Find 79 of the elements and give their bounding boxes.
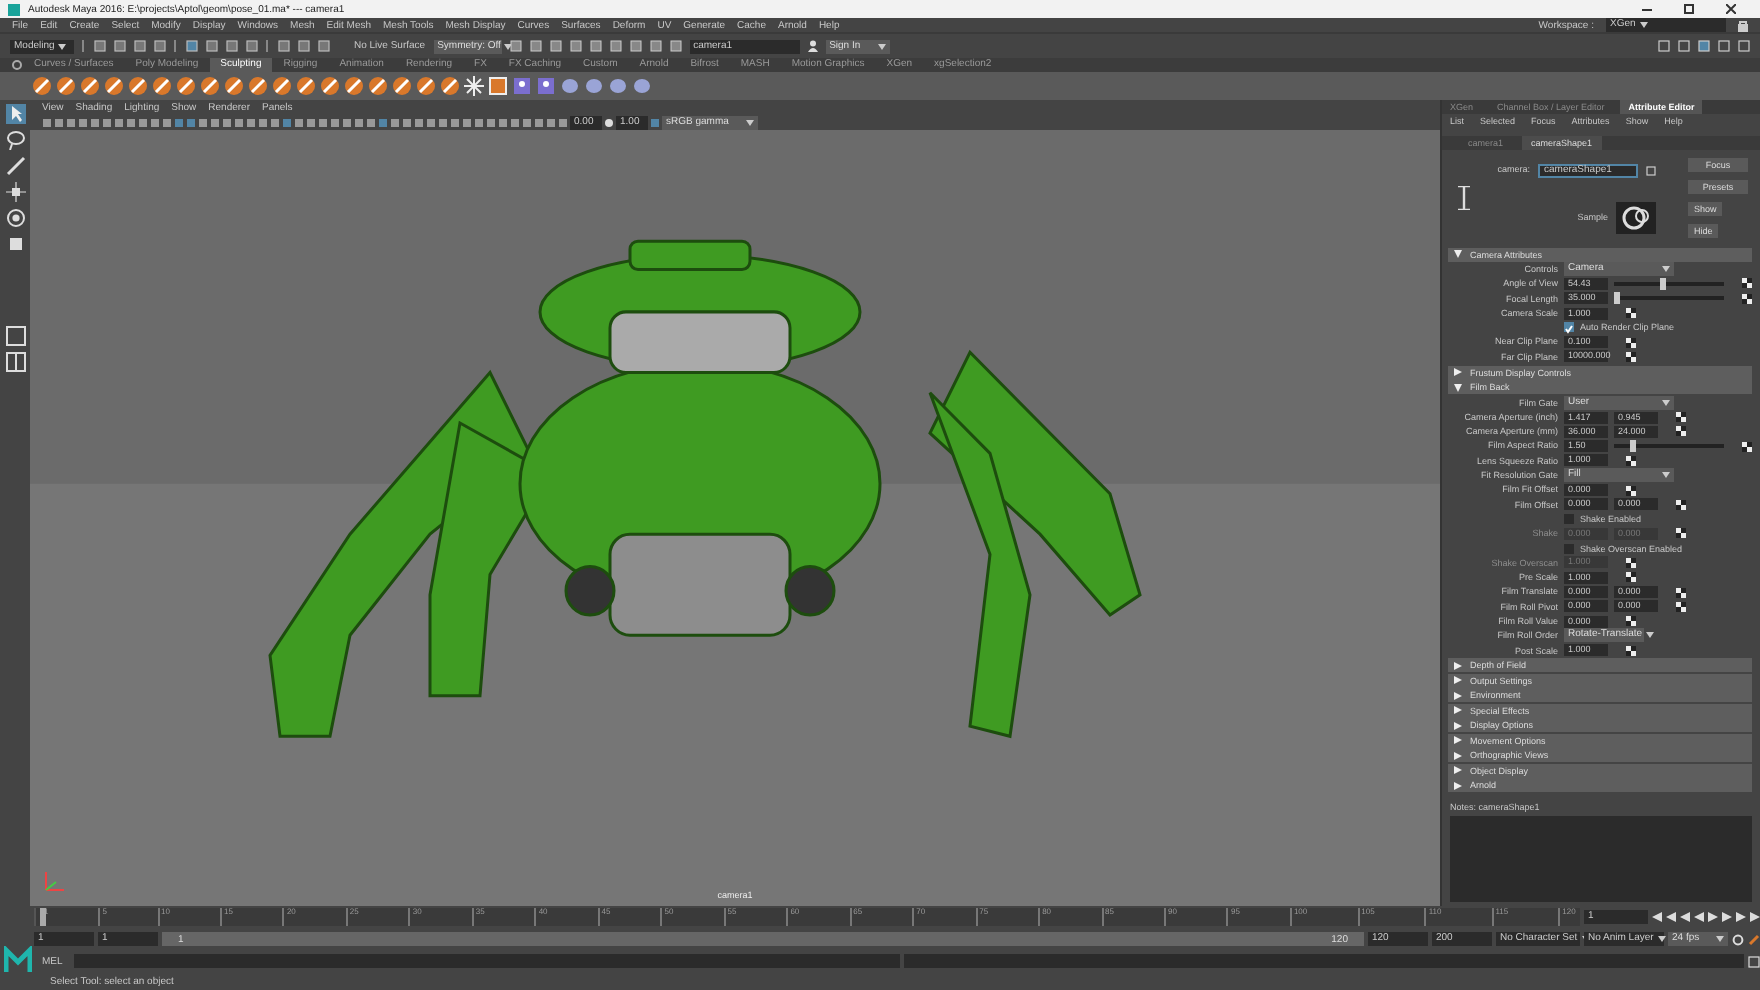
contrast-icon[interactable] xyxy=(604,117,614,127)
lock-icon[interactable] xyxy=(1738,19,1748,31)
sample-swatch-icon xyxy=(1616,201,1656,233)
map-button-icon[interactable] xyxy=(1626,645,1636,656)
caret-icon xyxy=(1662,472,1670,479)
caret-icon xyxy=(1662,266,1670,273)
square-icon[interactable] xyxy=(488,76,508,96)
gear-icon[interactable] xyxy=(12,60,22,70)
scale-icon[interactable] xyxy=(5,234,25,254)
slider-thumb[interactable] xyxy=(1629,440,1636,452)
map-button-icon[interactable] xyxy=(1742,293,1752,304)
tool-icon[interactable] xyxy=(650,117,660,127)
loop-icon[interactable] xyxy=(1732,933,1744,945)
caret-icon xyxy=(1657,936,1666,942)
separator-icon[interactable] xyxy=(82,40,86,52)
separator-icon[interactable] xyxy=(266,40,270,52)
map-button-icon[interactable] xyxy=(1676,499,1686,510)
step-back-icon[interactable] xyxy=(1666,912,1676,922)
map-button-icon[interactable] xyxy=(1742,278,1752,289)
map-button-icon[interactable] xyxy=(1742,441,1752,452)
caret-icon xyxy=(1662,399,1670,406)
disclosure-icon[interactable] xyxy=(1454,766,1462,775)
brush-icon[interactable] xyxy=(5,156,25,176)
minimize-icon[interactable] xyxy=(1642,4,1652,14)
disclosure-icon[interactable] xyxy=(1454,661,1462,670)
select-arrow-icon[interactable] xyxy=(5,104,25,124)
figure-icon[interactable] xyxy=(536,76,556,96)
sparkle-icon[interactable] xyxy=(464,76,484,96)
disclosure-icon[interactable] xyxy=(1454,691,1462,700)
map-button-icon[interactable] xyxy=(1626,616,1636,627)
step-forward-icon[interactable] xyxy=(1736,912,1746,922)
disclosure-icon[interactable] xyxy=(1454,736,1462,745)
app-logo-icon xyxy=(3,946,31,974)
map-button-icon[interactable] xyxy=(1626,308,1636,319)
key-forward-icon[interactable] xyxy=(1722,912,1732,922)
caret-icon xyxy=(1639,22,1648,28)
rotate-icon[interactable] xyxy=(5,208,25,228)
layout-icon[interactable] xyxy=(5,352,25,372)
disclosure-icon[interactable] xyxy=(1454,368,1462,377)
lasso-icon[interactable] xyxy=(5,130,25,150)
caret-icon xyxy=(877,43,886,49)
disclosure-icon[interactable] xyxy=(1454,721,1462,730)
move-icon[interactable] xyxy=(5,182,25,202)
disclosure-icon[interactable] xyxy=(1454,676,1462,685)
layout-icon[interactable] xyxy=(5,326,25,346)
play-icon[interactable] xyxy=(1708,912,1718,922)
command-input-field[interactable] xyxy=(74,954,900,968)
disclosure-icon[interactable] xyxy=(1454,781,1462,790)
separator-icon[interactable] xyxy=(174,40,178,52)
disclosure-icon[interactable] xyxy=(1454,751,1462,760)
play-back-icon[interactable] xyxy=(1694,912,1704,922)
script-editor-icon[interactable] xyxy=(1748,955,1760,967)
axis-icon xyxy=(42,870,66,894)
skip-start-icon[interactable] xyxy=(1652,912,1662,922)
disclosure-icon[interactable] xyxy=(1454,383,1462,392)
command-result-field[interactable] xyxy=(904,954,1744,968)
skip-end-icon[interactable] xyxy=(1750,912,1760,922)
map-button-icon[interactable] xyxy=(1626,455,1636,466)
map-button-icon[interactable] xyxy=(1626,572,1636,583)
key-back-icon[interactable] xyxy=(1680,912,1690,922)
checkbox[interactable] xyxy=(1564,543,1574,554)
ibeam-icon xyxy=(1458,186,1470,210)
slider-thumb[interactable] xyxy=(1613,292,1620,304)
caret-icon xyxy=(1716,936,1724,942)
map-button-icon[interactable] xyxy=(1626,485,1636,495)
disclosure-icon[interactable] xyxy=(1454,706,1462,715)
user-icon[interactable] xyxy=(807,40,818,52)
checkbox[interactable] xyxy=(1564,322,1574,333)
caret-icon xyxy=(58,43,67,49)
close-icon[interactable] xyxy=(1726,4,1736,14)
app-logo-icon xyxy=(8,3,20,15)
slider-thumb[interactable] xyxy=(1660,278,1667,290)
figure-icon[interactable] xyxy=(512,76,532,96)
caret-icon xyxy=(1646,632,1655,639)
caret-icon xyxy=(746,119,754,125)
notes-field[interactable] xyxy=(1450,816,1752,902)
disclosure-icon[interactable] xyxy=(1454,250,1462,258)
checkbox[interactable] xyxy=(1564,514,1574,525)
restore-icon[interactable] xyxy=(1684,4,1694,14)
